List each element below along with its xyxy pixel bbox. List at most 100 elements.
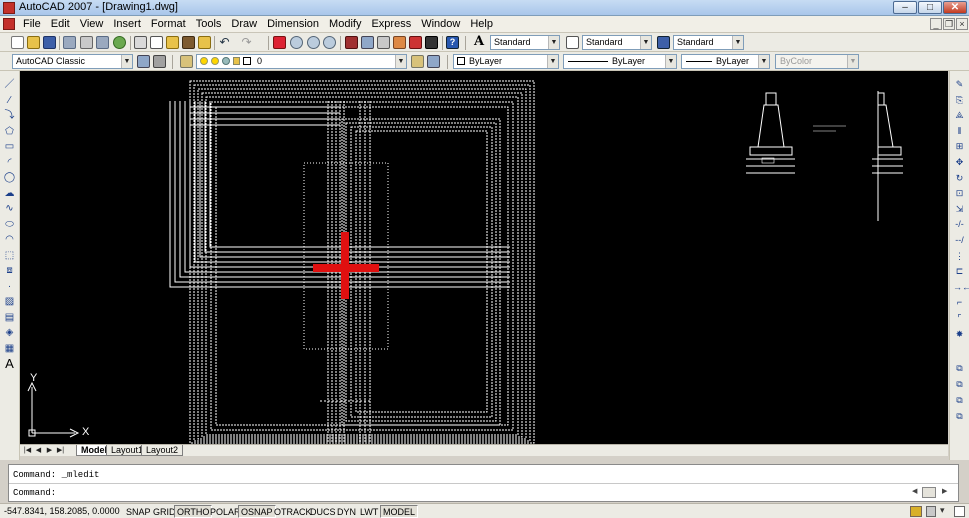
coordinate-readout[interactable]: -547.8341, 158.2085, 0.0000 [4,506,120,516]
menu-window[interactable]: Window [420,17,461,31]
paste-icon[interactable] [166,36,179,49]
copy-icon[interactable]: ⎘ [953,95,966,106]
doc-minimize-button[interactable]: _ [930,18,942,30]
make-block-icon[interactable]: ⧈ [3,265,16,276]
status-model-button[interactable]: MODEL [380,505,419,518]
plot-preview-icon[interactable] [80,36,93,49]
menu-edit[interactable]: Edit [50,17,71,31]
hatch-icon[interactable]: ▨ [3,296,16,307]
gradient-icon[interactable]: ▤ [3,312,16,323]
menu-express[interactable]: Express [370,17,412,31]
chamfer-icon[interactable]: ⌐ [953,297,966,308]
comm-center-icon[interactable] [910,506,922,517]
scroll-right-icon[interactable]: ▶ [942,487,952,497]
menu-draw[interactable]: Draw [230,17,258,31]
maximize-button[interactable]: □ [918,1,942,14]
trim-icon[interactable]: -/- [953,219,966,230]
redo-icon[interactable]: ↷ [240,36,253,49]
circle-icon[interactable]: ◯ [3,172,16,183]
help-icon[interactable]: ? [446,36,459,49]
draworder-back-icon[interactable]: ⧉ [953,379,966,390]
array-icon[interactable]: ⊞ [953,141,966,152]
zoom-realtime-icon[interactable] [290,36,303,49]
status-menu-icon[interactable]: ▾ [940,505,950,517]
menu-insert[interactable]: Insert [112,17,142,31]
cut-icon[interactable] [134,36,147,49]
menu-view[interactable]: View [79,17,105,31]
lineweight-select[interactable]: ByLayer ▼ [681,54,770,69]
explode-icon[interactable]: ✸ [953,329,966,340]
table-style-icon[interactable] [657,36,670,49]
break-at-point-icon[interactable]: ⋮ [953,251,966,262]
status-osnap-button[interactable]: OSNAP [238,505,276,518]
scale-icon[interactable]: ⊡ [953,188,966,199]
polygon-icon[interactable]: ⬠ [3,126,16,137]
text-style-select[interactable]: Standard ▼ [490,35,560,50]
menu-modify[interactable]: Modify [328,17,362,31]
pan-icon[interactable] [273,36,286,49]
rotate-icon[interactable]: ↻ [953,173,966,184]
fillet-icon[interactable]: ⌜ [953,313,966,324]
command-window[interactable]: Command: _mledit Command: ◀ ▶ [8,464,959,502]
clean-screen-icon[interactable] [954,506,965,517]
move-icon[interactable]: ✥ [953,157,966,168]
scroll-thumb[interactable] [922,487,936,498]
revision-cloud-icon[interactable]: ☁ [3,188,16,199]
polyline-icon[interactable]: ⤵ [3,110,16,121]
point-icon[interactable]: · [3,281,16,292]
tool-palettes-icon[interactable] [377,36,390,49]
draworder-front-icon[interactable]: ⧉ [953,363,966,374]
markup-icon[interactable] [409,36,422,49]
match-properties-icon[interactable] [182,36,195,49]
construction-line-icon[interactable]: ∕ [3,95,16,106]
doc-close-button[interactable]: × [956,18,968,30]
dim-style-icon[interactable] [566,36,579,49]
minimize-button[interactable]: – [893,1,917,14]
arc-icon[interactable]: ◜ [3,157,16,168]
properties-icon[interactable] [345,36,358,49]
zoom-window-icon[interactable] [307,36,320,49]
ellipse-icon[interactable]: ⬭ [3,219,16,230]
close-button[interactable]: ✕ [943,1,967,14]
stretch-icon[interactable]: ⇲ [953,204,966,215]
line-icon[interactable]: ／ [3,79,16,90]
plot-icon[interactable] [63,36,76,49]
table-style-select[interactable]: Standard ▼ [673,35,744,50]
block-editor-icon[interactable] [198,36,211,49]
workspace-select[interactable]: AutoCAD Classic ▼ [12,54,133,69]
status-lwt-button[interactable]: LWT [357,505,381,518]
undo-icon[interactable]: ↶ [218,36,231,49]
mirror-icon[interactable]: ⟁ [953,110,966,121]
layer-previous-icon[interactable] [427,55,440,68]
zoom-previous-icon[interactable] [323,36,336,49]
insert-block-icon[interactable]: ⬚ [3,250,16,261]
region-icon[interactable]: ◈ [3,327,16,338]
doc-restore-button[interactable]: ❐ [943,18,955,30]
workspace-settings-icon[interactable] [137,55,150,68]
table-icon[interactable]: ▦ [3,343,16,354]
linetype-select[interactable]: ByLayer ▼ [563,54,677,69]
command-prompt[interactable]: Command: [13,488,56,498]
menu-file[interactable]: File [22,17,42,31]
menu-format[interactable]: Format [150,17,187,31]
copy-clip-icon[interactable] [150,36,163,49]
menu-tools[interactable]: Tools [195,17,223,31]
join-icon[interactable]: →← [953,282,969,293]
quickcalc-icon[interactable] [425,36,438,49]
next-tab-icon[interactable]: ▶ [45,446,54,456]
lock-icon[interactable] [926,506,936,517]
3d-dwf-icon[interactable] [113,36,126,49]
autocad-app-icon[interactable] [3,2,15,14]
color-select[interactable]: ByLayer ▼ [453,54,559,69]
spline-icon[interactable]: ∿ [3,203,16,214]
status-dyn-button[interactable]: DYN [334,505,359,518]
design-center-icon[interactable] [361,36,374,49]
ellipse-arc-icon[interactable]: ◠ [3,234,16,245]
last-tab-icon[interactable]: ▶| [56,446,65,456]
tab-layout2[interactable]: Layout2 [141,445,184,456]
publish-icon[interactable] [96,36,109,49]
draworder-above-icon[interactable]: ⧉ [953,395,966,406]
erase-icon[interactable]: ✎ [953,79,966,90]
break-icon[interactable]: ⊏ [953,266,966,277]
dim-style-select[interactable]: Standard ▼ [582,35,652,50]
